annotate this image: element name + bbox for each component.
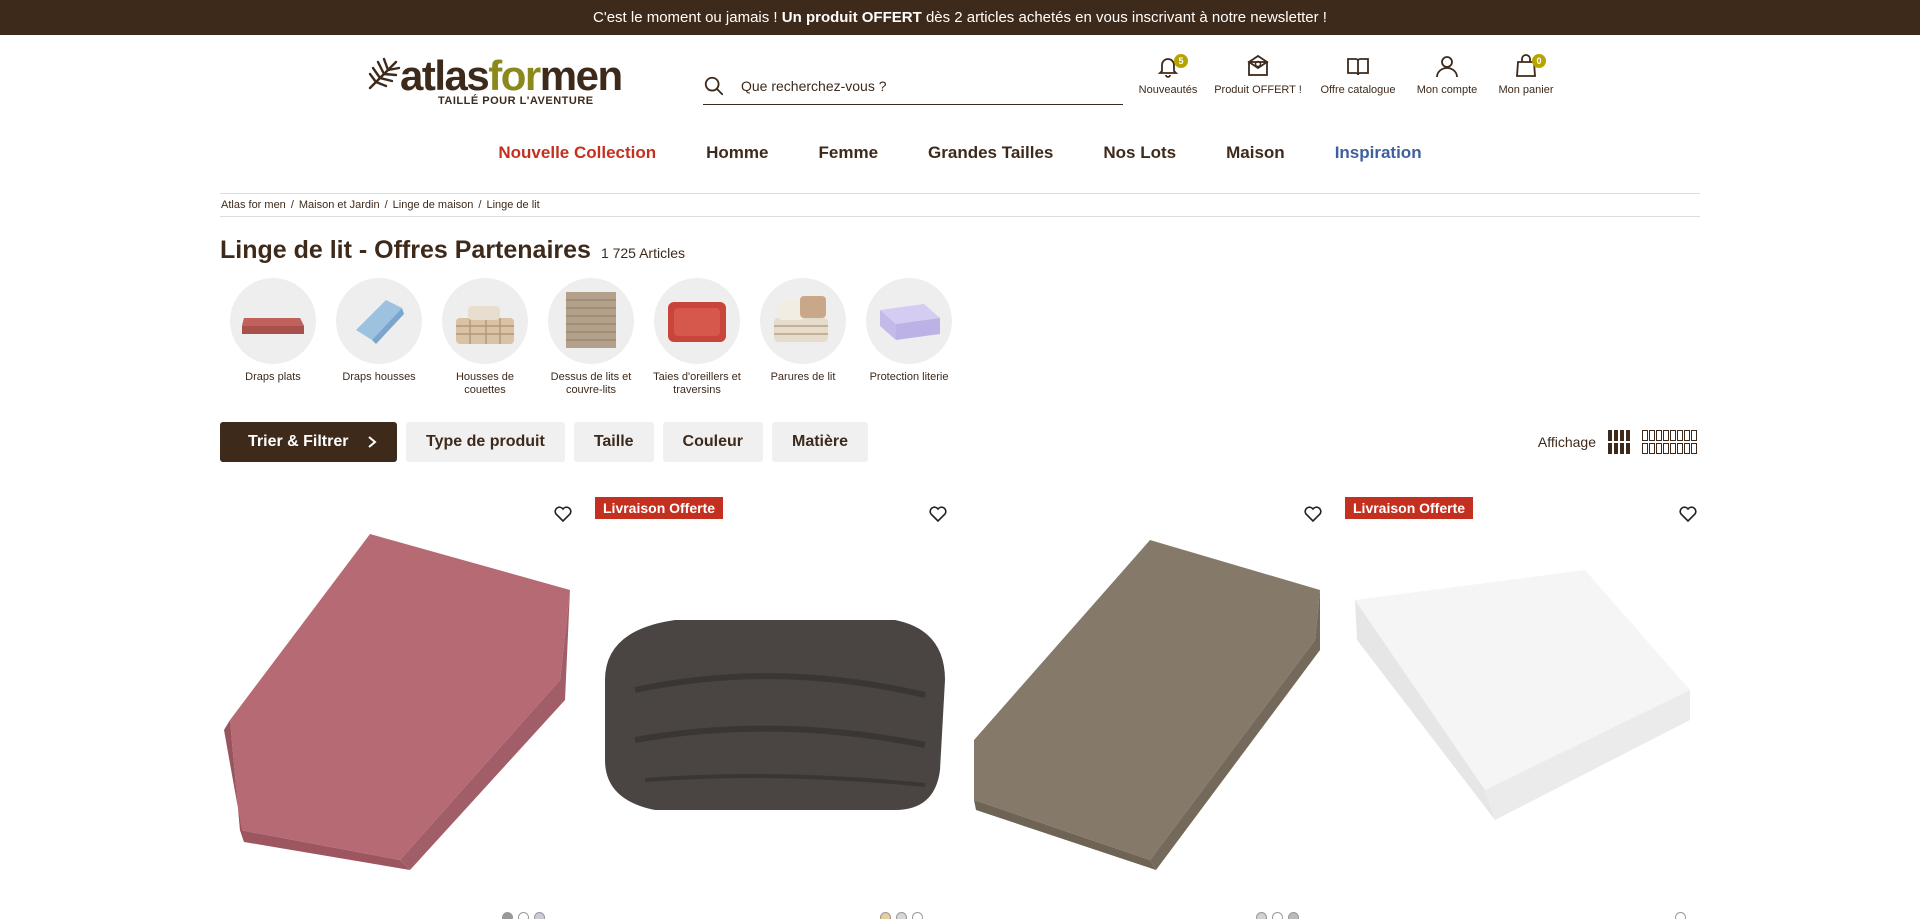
filter-matiere[interactable]: Matière xyxy=(771,422,869,462)
free-delivery-badge: Livraison Offerte xyxy=(1345,497,1474,519)
category-label: Dessus de lits et couvre-lits xyxy=(550,371,632,396)
breadcrumb: Atlas for men / Maison et Jardin / Linge d… xyxy=(220,193,1700,217)
mon-compte-label: Mon compte xyxy=(1416,84,1478,96)
promo-bar[interactable]: C'est le moment ou jamais ! Un produit O… xyxy=(0,0,1920,35)
offre-catalogue-link[interactable]: Offre catalogue xyxy=(1310,52,1406,96)
display-label: Affichage xyxy=(1537,434,1596,450)
category-housses-de-couettes[interactable]: Housses de couettes xyxy=(432,278,538,397)
category-draps-housses[interactable]: Draps housses xyxy=(326,278,432,397)
produit-offert-link[interactable]: Produit OFFERT ! xyxy=(1206,52,1310,96)
category-image xyxy=(336,278,422,364)
heart-icon[interactable] xyxy=(1678,504,1698,524)
sort-filter-label: Trier & Filtrer xyxy=(248,433,349,450)
page-header: Linge de lit - Offres Partenaires 1 725 … xyxy=(220,236,685,265)
category-draps-plats[interactable]: Draps plats xyxy=(220,278,326,397)
mon-panier-link[interactable]: 0 Mon panier xyxy=(1488,52,1564,96)
nouveautes-badge: 5 xyxy=(1174,54,1188,68)
filter-taille[interactable]: Taille xyxy=(573,422,654,462)
category-parures-de-lit[interactable]: Parures de lit xyxy=(750,278,856,397)
promo-text-2: Un produit OFFERT xyxy=(781,9,922,26)
product-card[interactable]: Livraison Offerte xyxy=(1345,490,1720,919)
nav-nouvelle-collection[interactable]: Nouvelle Collection xyxy=(473,143,681,163)
breadcrumb-item-current[interactable]: Linge de lit xyxy=(486,199,539,211)
display-toggle: Affichage xyxy=(1538,430,1700,454)
book-icon xyxy=(1347,58,1369,76)
search-icon[interactable] xyxy=(703,75,725,97)
article-count: 1 725 Articles xyxy=(600,245,685,261)
atlasformen-logo[interactable]: atlasformen TAILLÉ POUR L'AVENTURE xyxy=(366,52,626,112)
product-image[interactable] xyxy=(220,530,595,870)
color-swatches[interactable] xyxy=(502,912,545,919)
promo-text-3: dès 2 articles achetés en vous inscrivan… xyxy=(925,9,1327,26)
breadcrumb-item[interactable]: Linge de maison xyxy=(393,199,474,211)
category-carousel: Draps plats Draps housses Housses de cou… xyxy=(220,278,962,397)
nav-nos-lots[interactable]: Nos Lots xyxy=(1078,143,1201,163)
offre-catalogue-label: Offre catalogue xyxy=(1320,84,1396,96)
category-label: Draps plats xyxy=(245,371,301,383)
free-delivery-badge: Livraison Offerte xyxy=(595,497,724,519)
category-dessus-de-lits[interactable]: Dessus de lits et couvre-lits xyxy=(538,278,644,397)
product-image[interactable] xyxy=(970,530,1345,870)
filter-bar: Trier & Filtrer Type de produit Taille C… xyxy=(220,422,869,462)
nouveautes-link[interactable]: 5 Nouveautés xyxy=(1130,52,1206,96)
grid-8-icon[interactable] xyxy=(1642,430,1700,454)
user-icon xyxy=(1436,56,1458,78)
promo-text-1: C'est le moment ou jamais ! xyxy=(593,9,778,26)
category-image xyxy=(230,278,316,364)
breadcrumb-item[interactable]: Atlas for men xyxy=(221,199,286,211)
category-image xyxy=(760,278,846,364)
heart-icon[interactable] xyxy=(1303,504,1323,524)
color-swatches[interactable] xyxy=(1675,912,1686,919)
product-image[interactable] xyxy=(1345,530,1720,870)
nav-femme[interactable]: Femme xyxy=(794,143,904,163)
category-image xyxy=(654,278,740,364)
heart-icon[interactable] xyxy=(553,504,573,524)
nouveautes-label: Nouveautés xyxy=(1138,84,1198,96)
category-taies-oreillers[interactable]: Taies d'oreillers et traversins xyxy=(644,278,750,397)
category-image xyxy=(548,278,634,364)
heart-icon[interactable] xyxy=(928,504,948,524)
category-label: Protection literie xyxy=(869,371,949,383)
nav-maison[interactable]: Maison xyxy=(1201,143,1310,163)
color-swatches[interactable] xyxy=(880,912,923,919)
breadcrumb-item[interactable]: Maison et Jardin xyxy=(299,199,380,211)
produit-offert-label: Produit OFFERT ! xyxy=(1214,84,1302,96)
main-nav: Nouvelle Collection Homme Femme Grandes … xyxy=(0,143,1920,163)
category-image xyxy=(866,278,952,364)
gift-mail-icon xyxy=(1247,54,1269,76)
leaf-logo-icon xyxy=(368,57,401,90)
category-image xyxy=(442,278,528,364)
brand-wordmark: atlasformen xyxy=(400,52,623,99)
mon-panier-label: Mon panier xyxy=(1498,84,1554,96)
filter-couleur[interactable]: Couleur xyxy=(662,422,763,462)
product-card[interactable]: Livraison Offerte xyxy=(595,490,970,919)
filter-type-produit[interactable]: Type de produit xyxy=(406,422,565,462)
page-title: Linge de lit - Offres Partenaires xyxy=(220,236,591,264)
product-card[interactable] xyxy=(970,490,1345,919)
search-input[interactable] xyxy=(741,77,1101,94)
brand-tagline: TAILLÉ POUR L'AVENTURE xyxy=(438,95,594,107)
nav-homme[interactable]: Homme xyxy=(681,143,793,163)
chevron-right-icon xyxy=(368,436,377,448)
product-card[interactable] xyxy=(220,490,595,919)
category-label: Draps housses xyxy=(342,371,416,383)
header-icons: 5 Nouveautés Produit OFFERT ! Offre cata… xyxy=(1130,52,1564,96)
color-swatches[interactable] xyxy=(1256,912,1299,919)
nav-grandes-tailles[interactable]: Grandes Tailles xyxy=(903,143,1078,163)
category-protection-literie[interactable]: Protection literie xyxy=(856,278,962,397)
category-label: Parures de lit xyxy=(770,371,836,383)
panier-badge: 0 xyxy=(1532,54,1546,68)
category-label: Taies d'oreillers et traversins xyxy=(653,371,741,396)
product-image[interactable] xyxy=(595,530,970,870)
nav-inspiration[interactable]: Inspiration xyxy=(1310,143,1447,163)
search-bar[interactable] xyxy=(703,67,1123,105)
mon-compte-link[interactable]: Mon compte xyxy=(1406,52,1488,96)
category-label: Housses de couettes xyxy=(455,371,515,396)
sort-filter-button[interactable]: Trier & Filtrer xyxy=(220,422,397,462)
grid-4-icon[interactable] xyxy=(1608,430,1632,454)
